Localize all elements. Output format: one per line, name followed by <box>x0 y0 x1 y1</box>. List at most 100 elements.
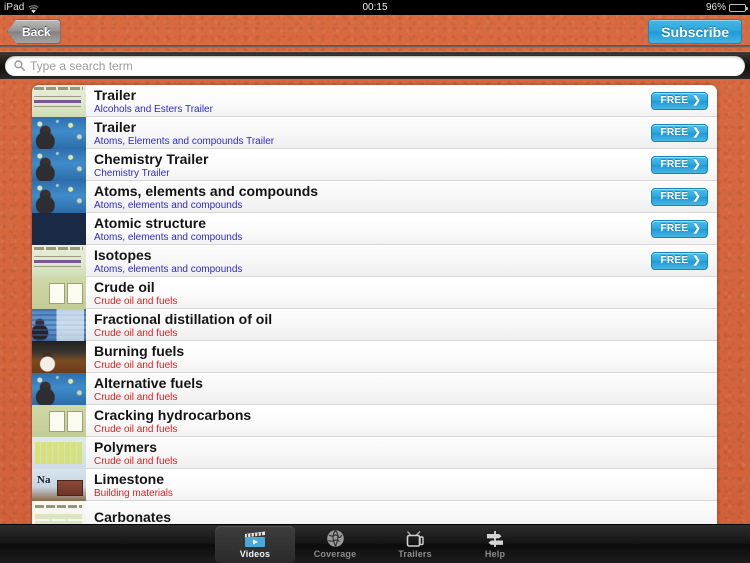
list-item-text: Trailer Atoms, Elements and compounds Tra… <box>86 117 627 148</box>
chevron-right-icon: ❯ <box>692 254 701 266</box>
chevron-right-icon: ❯ <box>692 190 701 202</box>
list-item[interactable]: Chemistry Trailer Chemistry Trailer FREE ❯ <box>32 149 717 181</box>
free-badge[interactable]: FREE ❯ <box>651 187 708 206</box>
back-button[interactable]: Back <box>7 19 61 44</box>
tab-bar: Videos Coverage Trailers Help <box>0 524 750 563</box>
list-item-title: Trailer <box>94 118 137 135</box>
list-item-text: Limestone Building materials <box>86 469 627 500</box>
list-item-action: FREE ❯ <box>627 149 717 180</box>
video-thumbnail <box>32 373 86 405</box>
list-item-title: Fractional distillation of oil <box>94 310 273 327</box>
subscribe-button-label: Subscribe <box>661 23 729 40</box>
video-thumbnail <box>32 437 86 469</box>
video-thumbnail <box>32 341 86 373</box>
video-thumbnail <box>32 85 86 117</box>
list-item-action <box>627 277 717 308</box>
list-item[interactable]: Atomic structure Atoms, elements and comp… <box>32 213 717 245</box>
list-item-text: Polymers Crude oil and fuels <box>86 437 627 468</box>
free-badge-label: FREE <box>660 95 689 106</box>
list-item[interactable]: Atoms, elements and compounds Atoms, elem… <box>32 181 717 213</box>
status-bar-right: 96% <box>705 0 748 15</box>
list-item-text: Trailer Alcohols and Esters Trailer <box>86 85 627 116</box>
list-item-title: Crude oil <box>94 278 155 295</box>
list-item[interactable]: Trailer Atoms, Elements and compounds Tra… <box>32 117 717 149</box>
app-root: iPad 00:15 96% Back Subscribe Type a sea… <box>0 0 750 563</box>
list-item-subtitle: Atoms, elements and compounds <box>94 263 243 275</box>
free-badge[interactable]: FREE ❯ <box>651 123 708 142</box>
free-badge[interactable]: FREE ❯ <box>651 155 708 174</box>
list-item-action: FREE ❯ <box>627 213 717 244</box>
back-button-label: Back <box>22 24 51 39</box>
list-item-title: Isotopes <box>94 246 152 263</box>
list-item-text: Crude oil Crude oil and fuels <box>86 277 627 308</box>
globe-icon <box>326 529 345 548</box>
nav-bar: Back Subscribe <box>0 15 750 48</box>
video-thumbnail <box>32 213 86 245</box>
list-item[interactable]: Alternative fuels Crude oil and fuels <box>32 373 717 405</box>
list-item-subtitle: Atoms, elements and compounds <box>94 199 243 211</box>
list-item-title: Limestone <box>94 470 165 487</box>
battery-icon <box>729 3 748 12</box>
free-badge-label: FREE <box>660 127 689 138</box>
video-thumbnail <box>32 309 86 341</box>
tab-coverage[interactable]: Coverage <box>295 526 375 563</box>
free-badge[interactable]: FREE ❯ <box>651 251 708 270</box>
subscribe-button[interactable]: Subscribe <box>648 19 742 44</box>
list-item-title: Atoms, elements and compounds <box>94 182 319 199</box>
list-item-title: Carbonates <box>94 509 172 525</box>
list-item-action: FREE ❯ <box>627 117 717 148</box>
search-input[interactable]: Type a search term <box>5 55 745 76</box>
tab-label: Coverage <box>313 549 357 559</box>
list-item-action <box>627 309 717 340</box>
list-item-subtitle: Atoms, elements and compounds <box>94 231 243 243</box>
list-item-subtitle: Crude oil and fuels <box>94 423 178 435</box>
list-item[interactable]: Fractional distillation of oil Crude oil … <box>32 309 717 341</box>
video-thumbnail <box>32 277 86 309</box>
list-item-action: FREE ❯ <box>627 181 717 212</box>
film-clapper-icon <box>244 529 266 548</box>
list-item-text: Alternative fuels Crude oil and fuels <box>86 373 627 404</box>
list-item-subtitle: Alcohols and Esters Trailer <box>94 103 213 115</box>
free-badge[interactable]: FREE ❯ <box>651 91 708 110</box>
list-item[interactable]: Isotopes Atoms, elements and compounds FRE… <box>32 245 717 277</box>
list-item-text: Atoms, elements and compounds Atoms, elem… <box>86 181 627 212</box>
list-item-subtitle: Crude oil and fuels <box>94 327 178 339</box>
list-item-subtitle: Crude oil and fuels <box>94 359 178 371</box>
battery-percent: 96% <box>705 2 726 13</box>
free-badge-label: FREE <box>660 191 689 202</box>
television-icon <box>405 529 425 548</box>
list-item[interactable]: Polymers Crude oil and fuels <box>32 437 717 469</box>
list-item-title: Chemistry Trailer <box>94 150 209 167</box>
free-badge[interactable]: FREE ❯ <box>651 219 708 238</box>
video-thumbnail <box>32 149 86 181</box>
list-item[interactable]: LimestoneBuilding materials <box>32 469 717 501</box>
free-badge-label: FREE <box>660 159 689 170</box>
video-thumbnail <box>32 405 86 437</box>
tab-videos[interactable]: Videos <box>215 525 295 563</box>
tab-help[interactable]: Help <box>455 526 535 563</box>
list-item[interactable]: Cracking hydrocarbons Crude oil and fuels <box>32 405 717 437</box>
search-placeholder: Type a search term <box>30 58 133 73</box>
tab-trailers[interactable]: Trailers <box>375 526 455 563</box>
video-list[interactable]: Trailer Alcohols and Esters Trailer FREE ❯ T… <box>32 85 717 531</box>
list-item-subtitle: Building materials <box>94 487 173 499</box>
list-item-title: Burning fuels <box>94 342 185 359</box>
list-item-action <box>627 373 717 404</box>
list-item-action <box>627 469 717 500</box>
status-bar-clock: 00:15 <box>362 2 388 13</box>
tab-label: Help <box>484 549 506 559</box>
list-item[interactable]: Burning fuels Crude oil and fuels <box>32 341 717 373</box>
search-icon <box>14 60 25 71</box>
video-thumbnail <box>32 469 86 501</box>
chevron-right-icon: ❯ <box>692 158 701 170</box>
free-badge-label: FREE <box>660 255 689 266</box>
list-item-action <box>627 341 717 372</box>
list-item-subtitle: Crude oil and fuels <box>94 295 178 307</box>
list-item[interactable]: Trailer Alcohols and Esters Trailer FREE ❯ <box>32 85 717 117</box>
list-item-subtitle: Crude oil and fuels <box>94 455 178 467</box>
list-item-action: FREE ❯ <box>627 245 717 276</box>
list-item-subtitle: Chemistry Trailer <box>94 167 170 179</box>
list-item-action <box>627 405 717 436</box>
list-item-text: Atomic structure Atoms, elements and comp… <box>86 213 627 244</box>
list-item[interactable]: Crude oil Crude oil and fuels <box>32 277 717 309</box>
